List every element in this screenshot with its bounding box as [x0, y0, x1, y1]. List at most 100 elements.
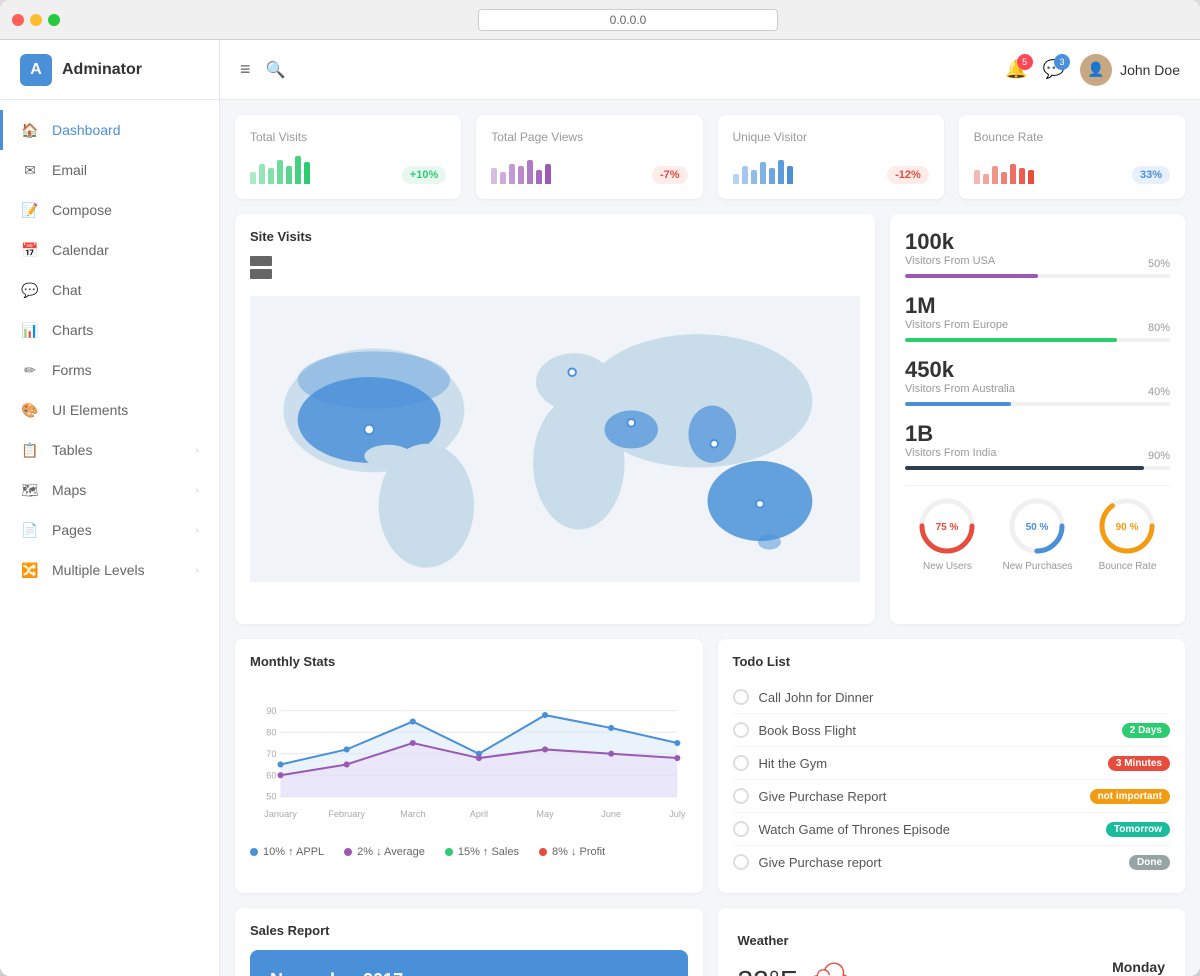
sidebar-item-forms[interactable]: ✏ Forms: [0, 350, 219, 390]
sidebar-item-email[interactable]: ✉ Email: [0, 150, 219, 190]
forms-icon: ✏: [20, 360, 40, 380]
address-bar: [68, 9, 1188, 31]
compose-icon: 📝: [20, 200, 40, 220]
donut-label: New Purchases: [1002, 561, 1072, 572]
stat-badge: -7%: [652, 166, 688, 184]
multiple-levels-icon: 🔀: [20, 560, 40, 580]
map-toggle-btn-2[interactable]: [250, 269, 272, 279]
list-item: Give Purchase report Done: [733, 846, 1171, 878]
sidebar-item-pages[interactable]: 📄 Pages ›: [0, 510, 219, 550]
bottom-row: Monthly Stats 5060708090JanuaryFebruaryM…: [235, 639, 1185, 893]
todo-text: Give Purchase Report: [759, 789, 1080, 804]
donut-chart: 90 %: [1097, 496, 1157, 556]
maps-icon: 🗺: [20, 480, 40, 500]
donut-item-1: 50 % New Purchases: [1002, 496, 1072, 572]
stat-title: Bounce Rate: [974, 130, 1170, 144]
mini-bar: [250, 172, 256, 184]
dashboard: Total Visits +10% Total Page Views -7% U…: [220, 100, 1200, 976]
svg-text:80: 80: [266, 727, 276, 737]
sidebar-item-multiple-levels[interactable]: 🔀 Multiple Levels ›: [0, 550, 219, 590]
mini-bars: [250, 154, 310, 184]
visitor-pct: 80%: [1148, 322, 1170, 334]
stats-panel: 100k Visitors From USA 50% 1M Visitors F…: [890, 214, 1185, 624]
sidebar-item-label: Maps: [52, 482, 86, 498]
todo-checkbox[interactable]: [733, 689, 749, 705]
sidebar-item-maps[interactable]: 🗺 Maps ›: [0, 470, 219, 510]
progress-bar-fill: [905, 274, 1038, 278]
todo-checkbox[interactable]: [733, 722, 749, 738]
svg-text:February: February: [328, 809, 365, 819]
svg-text:June: June: [601, 809, 621, 819]
stat-card-1: Total Page Views -7%: [476, 115, 702, 199]
notification-msg-button[interactable]: 💬 3: [1043, 59, 1065, 80]
todo-tag: not important: [1090, 789, 1170, 804]
todo-checkbox[interactable]: [733, 788, 749, 804]
stat-title: Total Visits: [250, 130, 446, 144]
stat-badge: -12%: [887, 166, 929, 184]
browser-chrome: [0, 0, 1200, 40]
map-toggle-btn-1[interactable]: [250, 256, 272, 266]
sales-month: November 2017 Sales Report: [270, 970, 403, 976]
sidebar-item-label: Chat: [52, 282, 82, 298]
mini-bar: [277, 160, 283, 184]
weather-info: Weather 32°F 🌧 Partly Clouds: [738, 933, 853, 976]
svg-text:April: April: [470, 809, 488, 819]
svg-text:May: May: [536, 809, 554, 819]
chevron-right-icon: ›: [196, 445, 199, 456]
sidebar-item-dashboard[interactable]: 🏠 Dashboard: [0, 110, 219, 150]
monthly-stats-chart: 5060708090JanuaryFebruaryMarchAprilMayJu…: [250, 681, 688, 831]
mini-bar: [545, 164, 551, 184]
dashboard-icon: 🏠: [20, 120, 40, 140]
sidebar-item-label: Calendar: [52, 242, 109, 258]
progress-bar-fill: [905, 338, 1117, 342]
legend-label: 10% ↑ APPL: [263, 846, 324, 858]
svg-text:March: March: [400, 809, 425, 819]
close-button[interactable]: [12, 14, 24, 26]
legend-label: 15% ↑ Sales: [458, 846, 519, 858]
todo-card: Todo List Call John for Dinner Book Boss…: [718, 639, 1186, 893]
donut-item-0: 75 % New Users: [917, 496, 977, 572]
legend-dot: [445, 848, 453, 856]
sidebar: A Adminator 🏠 Dashboard ✉ Email 📝 Compos…: [0, 40, 220, 976]
legend-label: 8% ↓ Profit: [552, 846, 605, 858]
mini-bar: [983, 174, 989, 184]
todo-checkbox[interactable]: [733, 854, 749, 870]
hamburger-icon[interactable]: ≡: [240, 59, 251, 80]
search-icon[interactable]: 🔍: [266, 60, 286, 80]
sidebar-item-compose[interactable]: 📝 Compose: [0, 190, 219, 230]
url-input[interactable]: [478, 9, 778, 31]
todo-checkbox[interactable]: [733, 821, 749, 837]
notification-bell-button[interactable]: 🔔 5: [1005, 59, 1027, 80]
svg-text:75 %: 75 %: [936, 522, 959, 533]
sidebar-item-label: Multiple Levels: [52, 562, 145, 578]
visitor-label: Visitors From Europe: [905, 319, 1008, 331]
calendar-icon: 📅: [20, 240, 40, 260]
stat-title: Total Page Views: [491, 130, 687, 144]
mini-bar: [295, 156, 301, 184]
user-info[interactable]: 👤 John Doe: [1080, 54, 1180, 86]
mini-bars: [491, 154, 551, 184]
maximize-button[interactable]: [48, 14, 60, 26]
sidebar-item-tables[interactable]: 📋 Tables ›: [0, 430, 219, 470]
sidebar-item-label: Pages: [52, 522, 92, 538]
mini-bars: [733, 154, 793, 184]
sidebar-item-calendar[interactable]: 📅 Calendar: [0, 230, 219, 270]
monthly-stats-card: Monthly Stats 5060708090JanuaryFebruaryM…: [235, 639, 703, 893]
tables-icon: 📋: [20, 440, 40, 460]
minimize-button[interactable]: [30, 14, 42, 26]
weather-card: Weather 32°F 🌧 Partly Clouds Monday Nov,…: [718, 908, 1186, 976]
sidebar-item-chat[interactable]: 💬 Chat: [0, 270, 219, 310]
stat-badge: 33%: [1132, 166, 1170, 184]
sidebar-item-charts[interactable]: 📊 Charts: [0, 310, 219, 350]
progress-bar-fill: [905, 466, 1144, 470]
chevron-right-icon: ›: [196, 525, 199, 536]
mini-bar: [769, 168, 775, 184]
todo-checkbox[interactable]: [733, 755, 749, 771]
sidebar-item-ui-elements[interactable]: 🎨 UI Elements: [0, 390, 219, 430]
legend-dot: [539, 848, 547, 856]
mini-bar: [1028, 170, 1034, 184]
charts-icon: 📊: [20, 320, 40, 340]
progress-row: Visitors From USA 50%: [905, 255, 1170, 272]
visitor-stat-1: 1M Visitors From Europe 80%: [905, 293, 1170, 342]
mini-bar: [1001, 172, 1007, 184]
